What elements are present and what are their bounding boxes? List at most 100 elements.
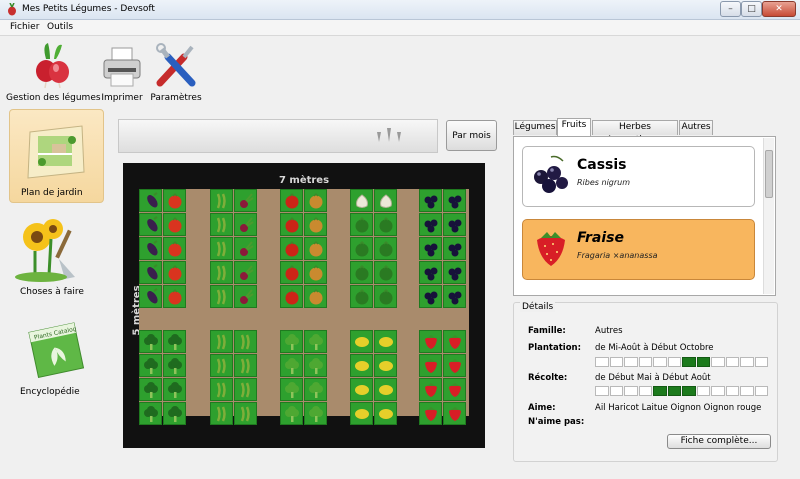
garden-cell[interactable] (374, 330, 397, 353)
garden-cell[interactable] (443, 285, 466, 308)
garden-cell[interactable] (350, 378, 373, 401)
nav-choses-a-faire[interactable]: Choses à faire (9, 209, 104, 303)
tab-legumes[interactable]: Légumes (513, 120, 557, 135)
garden-cell[interactable] (210, 330, 233, 353)
garden-cell[interactable] (234, 237, 257, 260)
garden-cell[interactable] (443, 402, 466, 425)
garden-cell[interactable] (163, 402, 186, 425)
garden-cell[interactable] (163, 285, 186, 308)
garden-cell[interactable] (139, 261, 162, 284)
garden-cell[interactable] (350, 189, 373, 212)
garden-cell[interactable] (234, 354, 257, 377)
garden-cell[interactable] (139, 285, 162, 308)
garden-cell[interactable] (374, 378, 397, 401)
garden-cell[interactable] (350, 285, 373, 308)
imprimer-button[interactable]: Imprimer (100, 41, 144, 105)
garden-cell[interactable] (350, 261, 373, 284)
garden-cell[interactable] (280, 402, 303, 425)
garden-cell[interactable] (374, 354, 397, 377)
garden-cell[interactable] (419, 330, 442, 353)
garden-cell[interactable] (280, 378, 303, 401)
maximize-button[interactable]: □ (741, 1, 762, 17)
garden-cell[interactable] (234, 261, 257, 284)
garden-cell[interactable] (304, 330, 327, 353)
garden-cell[interactable] (139, 354, 162, 377)
garden-cell[interactable] (163, 330, 186, 353)
garden-cell[interactable] (234, 330, 257, 353)
garden-cell[interactable] (163, 261, 186, 284)
menu-outils[interactable]: Outils (47, 22, 73, 32)
garden-cell[interactable] (374, 237, 397, 260)
garden-cell[interactable] (304, 354, 327, 377)
garden-cell[interactable] (350, 402, 373, 425)
garden-cell[interactable] (419, 237, 442, 260)
scrollbar-thumb[interactable] (765, 150, 773, 198)
garden-cell[interactable] (443, 354, 466, 377)
nav-plan-de-jardin[interactable]: Plan de jardin (9, 109, 104, 203)
garden-cell[interactable] (443, 261, 466, 284)
garden-cell[interactable] (163, 189, 186, 212)
garden-cell[interactable] (443, 330, 466, 353)
list-scrollbar[interactable] (763, 138, 774, 294)
garden-cell[interactable] (139, 378, 162, 401)
tab-herbes-aromatiques[interactable]: Herbes Aromatiques (592, 120, 678, 145)
garden-cell[interactable] (234, 285, 257, 308)
garden-cell[interactable] (304, 213, 327, 236)
garden-cell[interactable] (419, 402, 442, 425)
list-item-cassis[interactable]: Cassis Ribes nigrum (522, 146, 755, 207)
garden-cell[interactable] (163, 237, 186, 260)
garden-cell[interactable] (234, 189, 257, 212)
garden-cell[interactable] (280, 237, 303, 260)
garden-cell[interactable] (443, 237, 466, 260)
garden-cell[interactable] (210, 213, 233, 236)
garden-cell[interactable] (350, 330, 373, 353)
garden-cell[interactable] (280, 330, 303, 353)
garden-cell[interactable] (210, 189, 233, 212)
list-item-fraise[interactable]: Fraise Fragaria ×ananassa (522, 219, 755, 280)
garden-cell[interactable] (139, 237, 162, 260)
garden-cell[interactable] (443, 189, 466, 212)
garden-cell[interactable] (210, 237, 233, 260)
garden-cell[interactable] (139, 402, 162, 425)
garden-cell[interactable] (304, 261, 327, 284)
par-mois-button[interactable]: Par mois (446, 120, 497, 151)
garden-cell[interactable] (163, 213, 186, 236)
minimize-button[interactable]: – (720, 1, 741, 17)
garden-cell[interactable] (419, 261, 442, 284)
garden-cell[interactable] (304, 378, 327, 401)
timeline-slider[interactable] (118, 119, 438, 153)
garden-cell[interactable] (419, 354, 442, 377)
garden-cell[interactable] (210, 261, 233, 284)
garden-cell[interactable] (419, 285, 442, 308)
garden-cell[interactable] (443, 378, 466, 401)
gestion-legumes-button[interactable]: Gestion des légumes (6, 41, 101, 105)
slider-thumb-icon[interactable] (373, 126, 405, 146)
garden-cell[interactable] (280, 189, 303, 212)
garden-cell[interactable] (139, 213, 162, 236)
garden-cell[interactable] (374, 261, 397, 284)
garden-cell[interactable] (234, 378, 257, 401)
garden-cell[interactable] (350, 213, 373, 236)
garden-cell[interactable] (210, 354, 233, 377)
garden-cell[interactable] (163, 378, 186, 401)
parametres-button[interactable]: Paramètres (150, 41, 202, 105)
garden-cell[interactable] (234, 213, 257, 236)
garden-cell[interactable] (210, 378, 233, 401)
garden-cell[interactable] (443, 213, 466, 236)
garden-cell[interactable] (374, 189, 397, 212)
garden-cell[interactable] (210, 402, 233, 425)
garden-cell[interactable] (350, 237, 373, 260)
garden-cell[interactable] (280, 285, 303, 308)
fiche-complete-button[interactable]: Fiche complète... (667, 434, 771, 449)
garden-cell[interactable] (374, 213, 397, 236)
garden-cell[interactable] (280, 354, 303, 377)
tab-autres[interactable]: Autres (679, 120, 713, 135)
garden-cell[interactable] (234, 402, 257, 425)
garden-cell[interactable] (210, 285, 233, 308)
tab-fruits[interactable]: Fruits (557, 118, 591, 136)
garden-cell[interactable] (419, 189, 442, 212)
nav-encyclopedie[interactable]: Plants Catalog Encyclopédie (9, 309, 104, 403)
garden-cell[interactable] (280, 261, 303, 284)
garden-cell[interactable] (350, 354, 373, 377)
garden-cell[interactable] (139, 330, 162, 353)
